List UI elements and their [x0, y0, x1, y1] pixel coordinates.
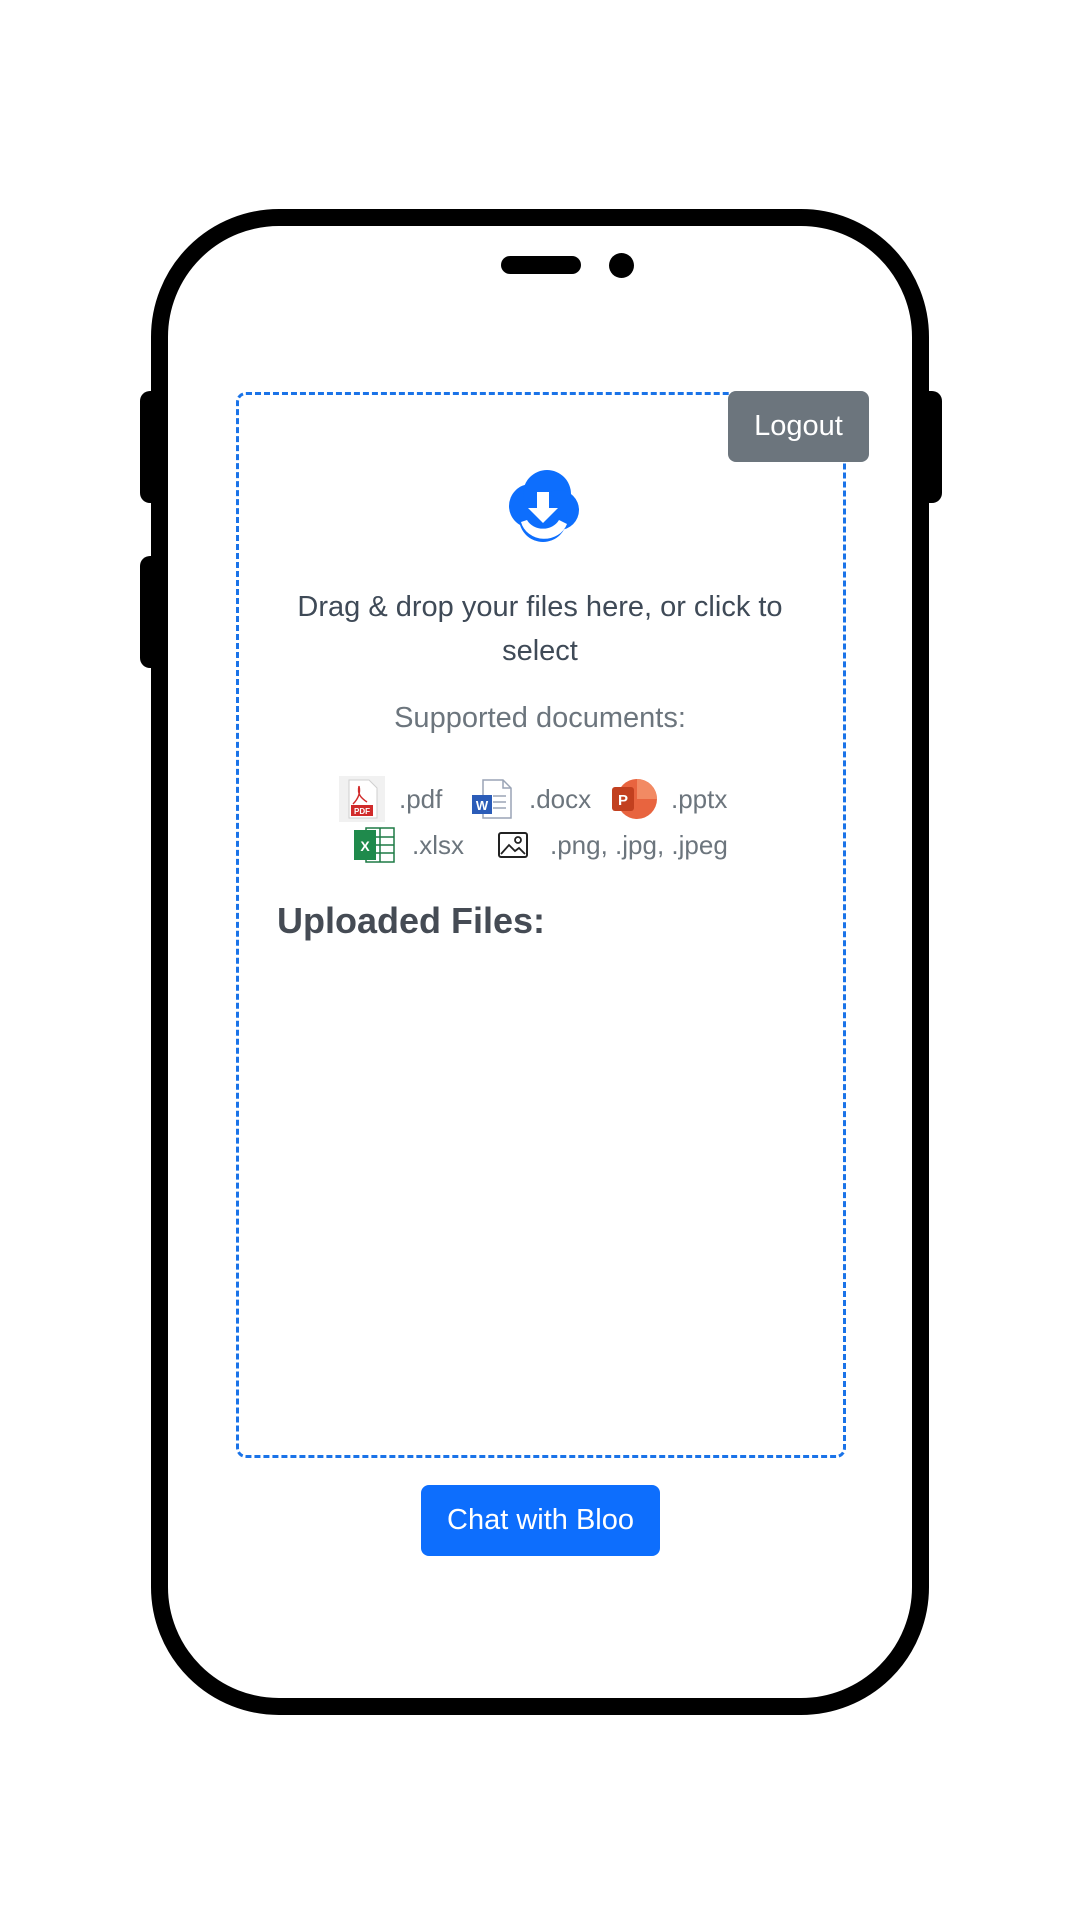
- file-type-label: .docx: [529, 783, 592, 814]
- dropzone-instruction: Drag & drop your files here, or click to…: [297, 591, 783, 667]
- cloud-download-icon: [509, 470, 579, 542]
- file-type-label: .png, .jpg, .jpeg: [550, 829, 728, 860]
- phone-camera: [609, 253, 634, 278]
- image-file-icon: [498, 832, 528, 858]
- file-type-label: .xlsx: [412, 829, 464, 860]
- supported-documents-title: Supported documents:: [394, 702, 686, 734]
- file-type-pdf: PDF .pdf: [339, 776, 442, 822]
- file-type-label: .pptx: [671, 783, 728, 814]
- svg-text:W: W: [476, 798, 489, 813]
- logout-button[interactable]: Logout: [728, 391, 869, 462]
- powerpoint-file-icon: P: [612, 779, 657, 819]
- svg-text:PDF: PDF: [354, 807, 370, 816]
- uploaded-files-heading: Uploaded Files:: [277, 900, 546, 941]
- file-type-xlsx: X .xlsx: [352, 822, 464, 868]
- excel-file-icon: X: [354, 827, 395, 863]
- file-type-pptx: P .pptx: [611, 776, 727, 822]
- word-file-icon: W: [472, 779, 512, 819]
- svg-text:P: P: [618, 792, 628, 809]
- svg-text:X: X: [360, 838, 370, 854]
- pdf-file-icon: PDF: [339, 776, 385, 822]
- chat-with-bloo-button[interactable]: Chat with Bloo: [421, 1485, 660, 1556]
- phone-speaker: [501, 256, 581, 274]
- file-type-docx: W .docx: [469, 776, 591, 822]
- file-type-label: .pdf: [399, 783, 443, 814]
- file-type-image: .png, .jpg, .jpeg: [490, 822, 728, 868]
